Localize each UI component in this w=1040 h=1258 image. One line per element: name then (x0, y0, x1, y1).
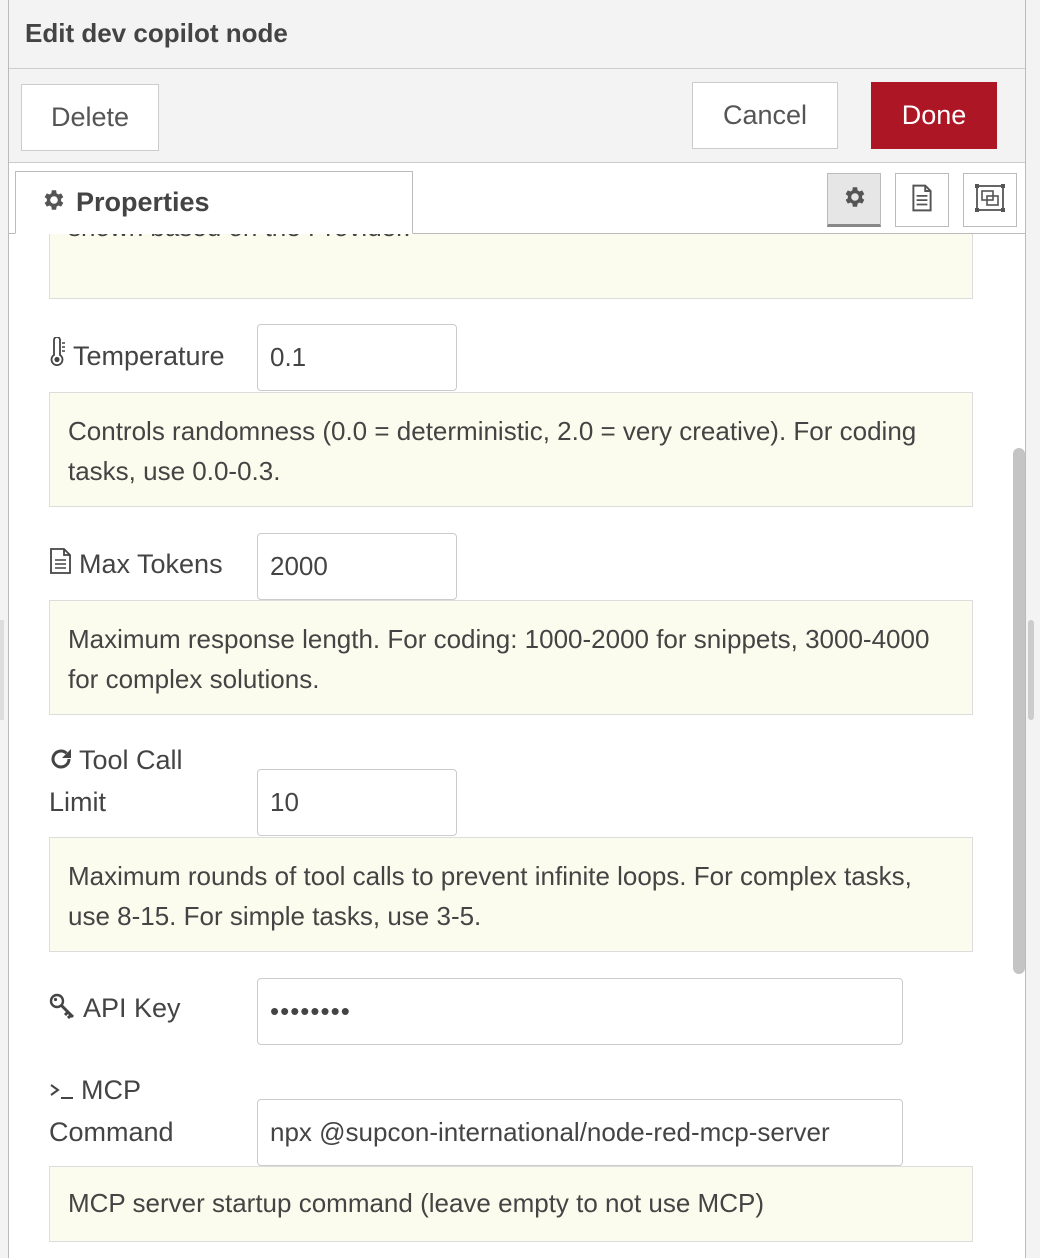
tool-call-limit-label-line1: Tool Call (79, 745, 183, 775)
mcp-command-label-line1: MCP (81, 1075, 141, 1105)
mcp-command-input[interactable] (257, 1099, 903, 1166)
max-tokens-input[interactable] (257, 533, 457, 600)
edit-tray: Edit dev copilot node Delete Cancel Done… (8, 0, 1026, 1258)
api-key-label-text: API Key (83, 993, 181, 1023)
provider-tip-text: shown based on the Provider. (68, 234, 411, 247)
mcp-command-tip: MCP server startup command (leave empty … (49, 1166, 973, 1242)
tool-call-limit-tip: Maximum rounds of tool calls to prevent … (49, 837, 973, 952)
temperature-label: Temperature (49, 336, 225, 378)
tab-properties-label: Properties (76, 187, 210, 217)
tab-properties[interactable]: Properties (15, 171, 413, 234)
max-tokens-tip: Maximum response length. For coding: 100… (49, 600, 973, 715)
delete-button[interactable]: Delete (21, 84, 159, 151)
temperature-tip: Controls randomness (0.0 = deterministic… (49, 392, 973, 507)
tool-call-limit-input[interactable] (257, 769, 457, 836)
temperature-label-text: Temperature (73, 341, 225, 371)
api-key-input[interactable] (257, 978, 903, 1045)
tray-toolbar: Delete Cancel Done (9, 69, 1025, 163)
mcp-command-label-line2: Command (49, 1116, 174, 1147)
object-group-icon (975, 183, 1005, 217)
api-key-label: API Key (49, 988, 181, 1030)
tray-title: Edit dev copilot node (25, 18, 288, 48)
file-text-icon (909, 184, 935, 217)
gear-icon (841, 184, 867, 215)
mcp-command-label: MCP Command (49, 1070, 174, 1152)
provider-tip: shown based on the Provider. (49, 234, 973, 299)
vertical-scrollbar[interactable] (1013, 448, 1025, 974)
temperature-input[interactable] (257, 324, 457, 391)
tab-button-properties[interactable] (827, 173, 881, 227)
thermometer-icon (49, 336, 67, 378)
file-text-icon (49, 546, 73, 586)
properties-form[interactable]: shown based on the Provider. Temperature… (9, 234, 1025, 1258)
max-tokens-label-text: Max Tokens (79, 549, 223, 579)
refresh-icon (49, 742, 73, 782)
gear-icon (40, 187, 66, 218)
key-icon (49, 990, 77, 1030)
terminal-icon (49, 1072, 75, 1112)
tab-bar: Properties (9, 163, 1025, 234)
tool-call-limit-label-line2: Limit (49, 786, 107, 817)
tray-header: Edit dev copilot node (9, 0, 1025, 69)
left-panel-edge (0, 620, 4, 720)
tray-resize-handle[interactable] (1028, 620, 1034, 720)
done-button[interactable]: Done (871, 82, 997, 149)
tab-button-description[interactable] (895, 173, 949, 227)
max-tokens-label: Max Tokens (49, 544, 223, 586)
cancel-button[interactable]: Cancel (692, 82, 838, 149)
tab-button-appearance[interactable] (963, 173, 1017, 227)
tool-call-limit-label: Tool Call Limit (49, 740, 183, 822)
